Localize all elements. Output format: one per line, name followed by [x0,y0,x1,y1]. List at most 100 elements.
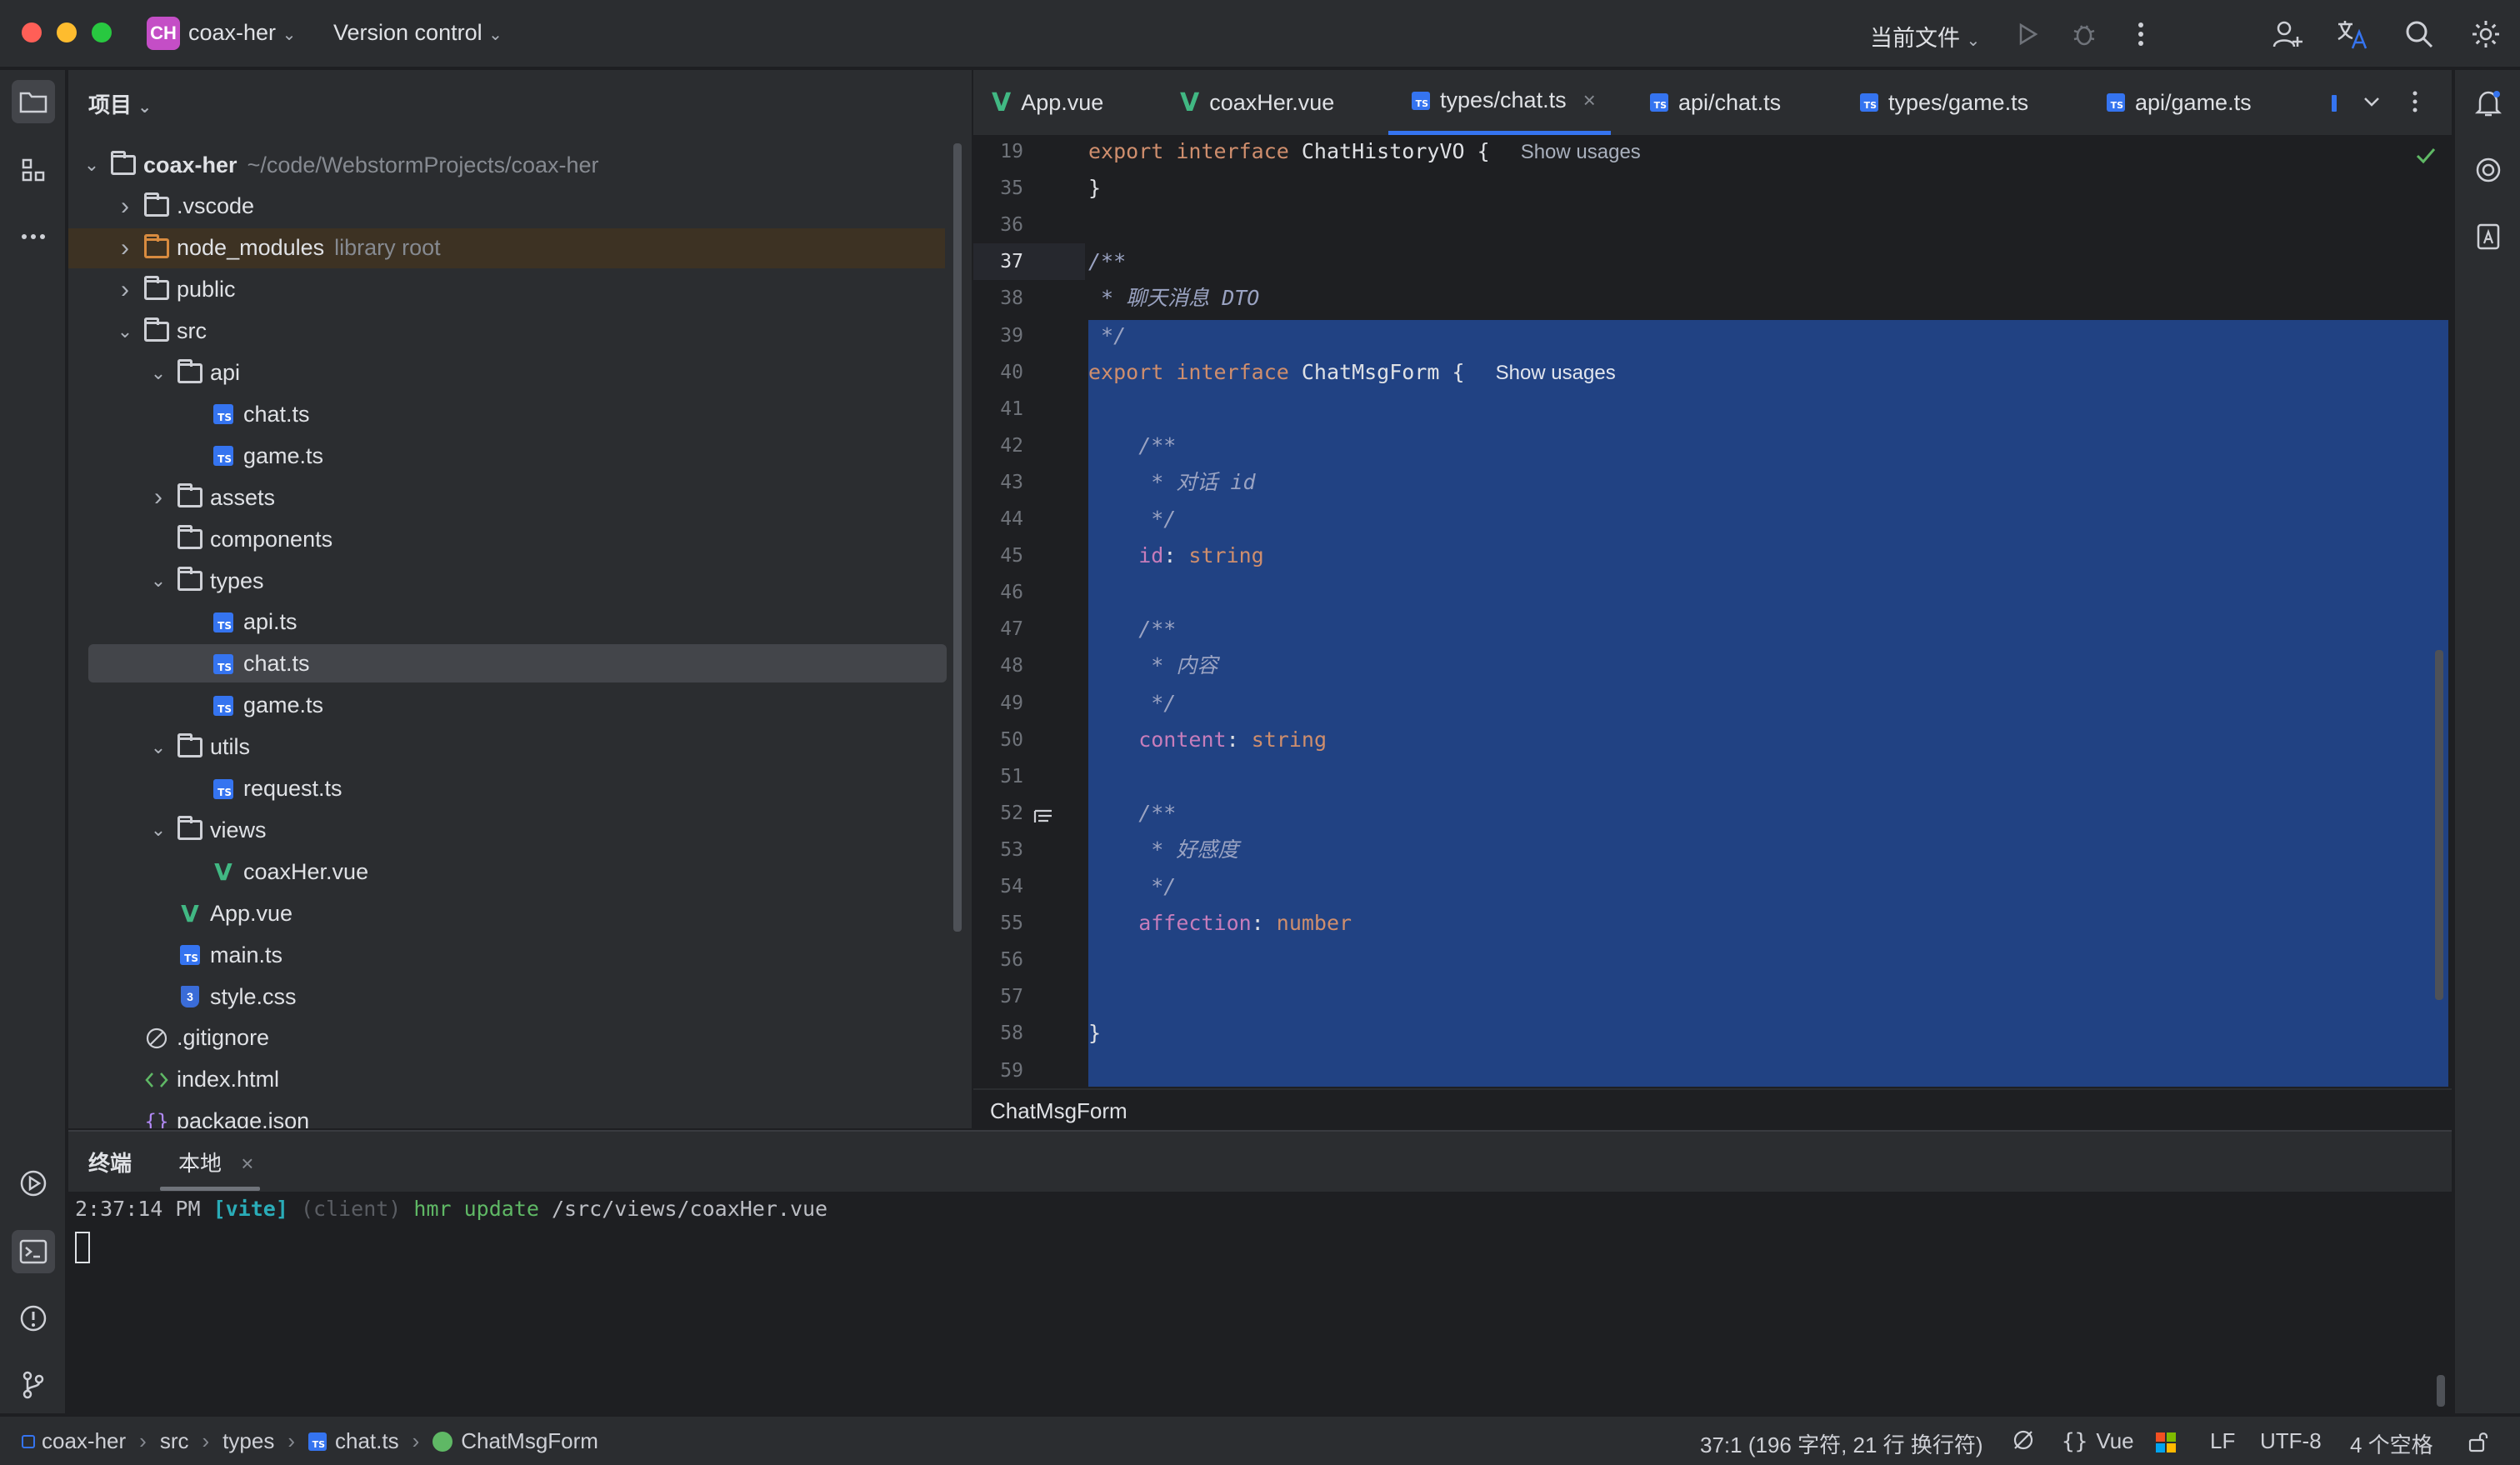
show-usages-hint[interactable]: Show usages [1496,362,1616,384]
ai-assistant-icon[interactable] [2467,148,2510,192]
terminal-tab-local[interactable]: 本地 × [178,1147,253,1178]
inspection-ok-check-icon[interactable] [2415,147,2437,169]
tree-item[interactable]: › node_modules library root [68,228,972,268]
editor-tab[interactable]: TS types/game.ts [1860,70,2028,135]
editor-tab[interactable]: VcoaxHer.vue [1180,70,1334,135]
project-badge[interactable]: CH [147,17,180,50]
status-crumb-symbol[interactable]: ChatMsgForm [461,1428,598,1454]
tab-list-chevron-down-icon[interactable] [2357,87,2387,117]
show-usages-hint[interactable]: Show usages [1521,141,1641,163]
tree-item[interactable]: TS game.ts [68,436,972,476]
windows-plugin-icon[interactable] [2155,1432,2177,1453]
code-token: /** [1088,249,1127,274]
language-service-widget[interactable]: {} Vue [2062,1428,2134,1454]
tree-item[interactable]: {} package.json [68,1102,972,1128]
tree-item[interactable]: TS game.ts [68,686,972,726]
minimize-window-button[interactable] [57,22,77,42]
tree-item[interactable]: TS request.ts [68,769,972,809]
tree-item[interactable]: ⌄ utils [68,728,972,768]
tree-item[interactable]: index.html [68,1060,972,1100]
tree-item[interactable]: components [68,519,972,559]
status-crumb-types[interactable]: types [222,1428,274,1454]
terminal-output[interactable]: 2:37:14 PM [vite] (client) hmr update /s… [75,1197,828,1221]
chevron-down-icon[interactable]: ⌄ [143,362,173,384]
run-config-selector[interactable]: 当前文件 ⌄ [1870,20,1980,52]
status-crumb-file[interactable]: chat.ts [335,1428,399,1454]
readonly-toggle-icon[interactable] [2012,1428,2035,1452]
code-editor[interactable]: 19 export interface ChatHistoryVO { Show … [973,137,2452,1087]
close-window-button[interactable] [22,22,42,42]
tree-item[interactable]: › .vscode [68,187,972,227]
code-token: interface [1176,359,1302,384]
editor-breadcrumb-symbol[interactable]: ChatMsgForm [990,1098,1128,1123]
tree-item[interactable]: ⌄ coax-her ~/code/WebstormProjects/coax-he… [68,145,972,185]
run-icon[interactable] [2008,15,2047,53]
translate-icon[interactable] [2333,15,2372,53]
project-scrollbar[interactable] [953,143,962,932]
chevron-down-icon[interactable]: ⌄ [77,154,107,176]
indent-setting[interactable]: 4 个空格 [2350,1428,2433,1459]
settings-gear-icon[interactable] [2467,15,2505,53]
structure-icon[interactable] [12,148,55,192]
file-encoding[interactable]: UTF-8 [2260,1428,2322,1454]
overflow-tab-indicator[interactable] [2332,95,2337,112]
chevron-right-icon[interactable]: › [143,483,173,512]
tree-item[interactable]: ⌄ views [68,810,972,850]
tab-more-icon[interactable] [2400,87,2430,117]
tree-item[interactable]: TS main.ts [68,935,972,975]
tree-item[interactable]: TS chat.ts [68,643,972,684]
close-terminal-tab-icon[interactable]: × [241,1151,253,1176]
chevron-down-icon[interactable]: ⌄ [143,570,173,592]
run-services-icon[interactable] [12,1162,55,1205]
editor-tab[interactable]: V App.vue [992,70,1103,135]
line-separator[interactable]: LF [2210,1428,2235,1454]
search-icon[interactable] [2400,15,2438,53]
tree-item[interactable]: › assets [68,478,972,518]
chevron-down-icon[interactable]: ⌄ [143,737,173,758]
terminal-scrollbar[interactable] [2437,1375,2445,1407]
code-text: * 内容 [1088,648,1218,684]
bookmark-gutter-icon[interactable] [1033,808,1053,829]
version-control-menu[interactable]: Version control ⌄ [333,20,502,46]
editor-tab[interactable]: TS types/chat.ts × [1388,70,1611,135]
tree-item[interactable]: .gitignore [68,1018,972,1058]
lock-icon[interactable] [2467,1430,2490,1453]
zoom-window-button[interactable] [92,22,112,42]
editor-scrollbar[interactable] [2435,650,2443,1000]
project-tool-folder-icon[interactable] [12,80,55,123]
tree-item[interactable]: ⌄ api [68,353,972,393]
terminal-icon[interactable] [12,1230,55,1273]
status-breadcrumb[interactable]: coax-her › src › types › TS chat.ts › Ch… [22,1428,598,1454]
tree-item[interactable]: VcoaxHer.vue [68,852,972,892]
notifications-bell-icon[interactable] [2467,82,2510,125]
git-branch-icon[interactable] [12,1363,55,1407]
chevron-right-icon[interactable]: › [110,234,140,262]
project-selector[interactable]: coax-her ⌄ [188,20,296,46]
chevron-down-icon[interactable]: ⌄ [110,321,140,342]
close-tab-icon[interactable]: × [1583,88,1596,113]
status-crumb-src[interactable]: src [160,1428,189,1454]
debug-icon[interactable] [2065,15,2103,53]
more-actions-icon[interactable] [2122,15,2160,53]
ai-chat-icon[interactable] [2467,215,2510,258]
tree-item[interactable]: V App.vue [68,893,972,933]
editor-tab[interactable]: TS api/game.ts [2107,70,2252,135]
editor-tab[interactable]: TS api/chat.ts [1650,70,1781,135]
chevron-right-icon[interactable]: › [110,276,140,304]
add-user-icon[interactable] [2268,15,2307,53]
code-token: interface [1176,139,1302,163]
status-crumb-project[interactable]: coax-her [42,1428,126,1454]
tree-item[interactable]: TS chat.ts [68,394,972,434]
problems-icon[interactable] [12,1297,55,1340]
chevron-right-icon[interactable]: › [110,192,140,221]
tree-item[interactable]: TS api.ts [68,602,972,642]
more-tools-icon[interactable] [12,215,55,258]
editor-breadcrumb[interactable]: ChatMsgForm [973,1088,2452,1128]
chevron-down-icon[interactable]: ⌄ [143,819,173,841]
tree-item[interactable]: ⌄ types [68,561,972,601]
tree-item[interactable]: 3 style.css [68,977,972,1017]
caret-position[interactable]: 37:1 (196 字符, 21 行 换行符) [1700,1428,1983,1459]
project-panel-header[interactable]: 项目 ⌄ [88,88,152,119]
tree-item[interactable]: › public [68,270,972,310]
tree-item[interactable]: ⌄ src [68,312,972,352]
